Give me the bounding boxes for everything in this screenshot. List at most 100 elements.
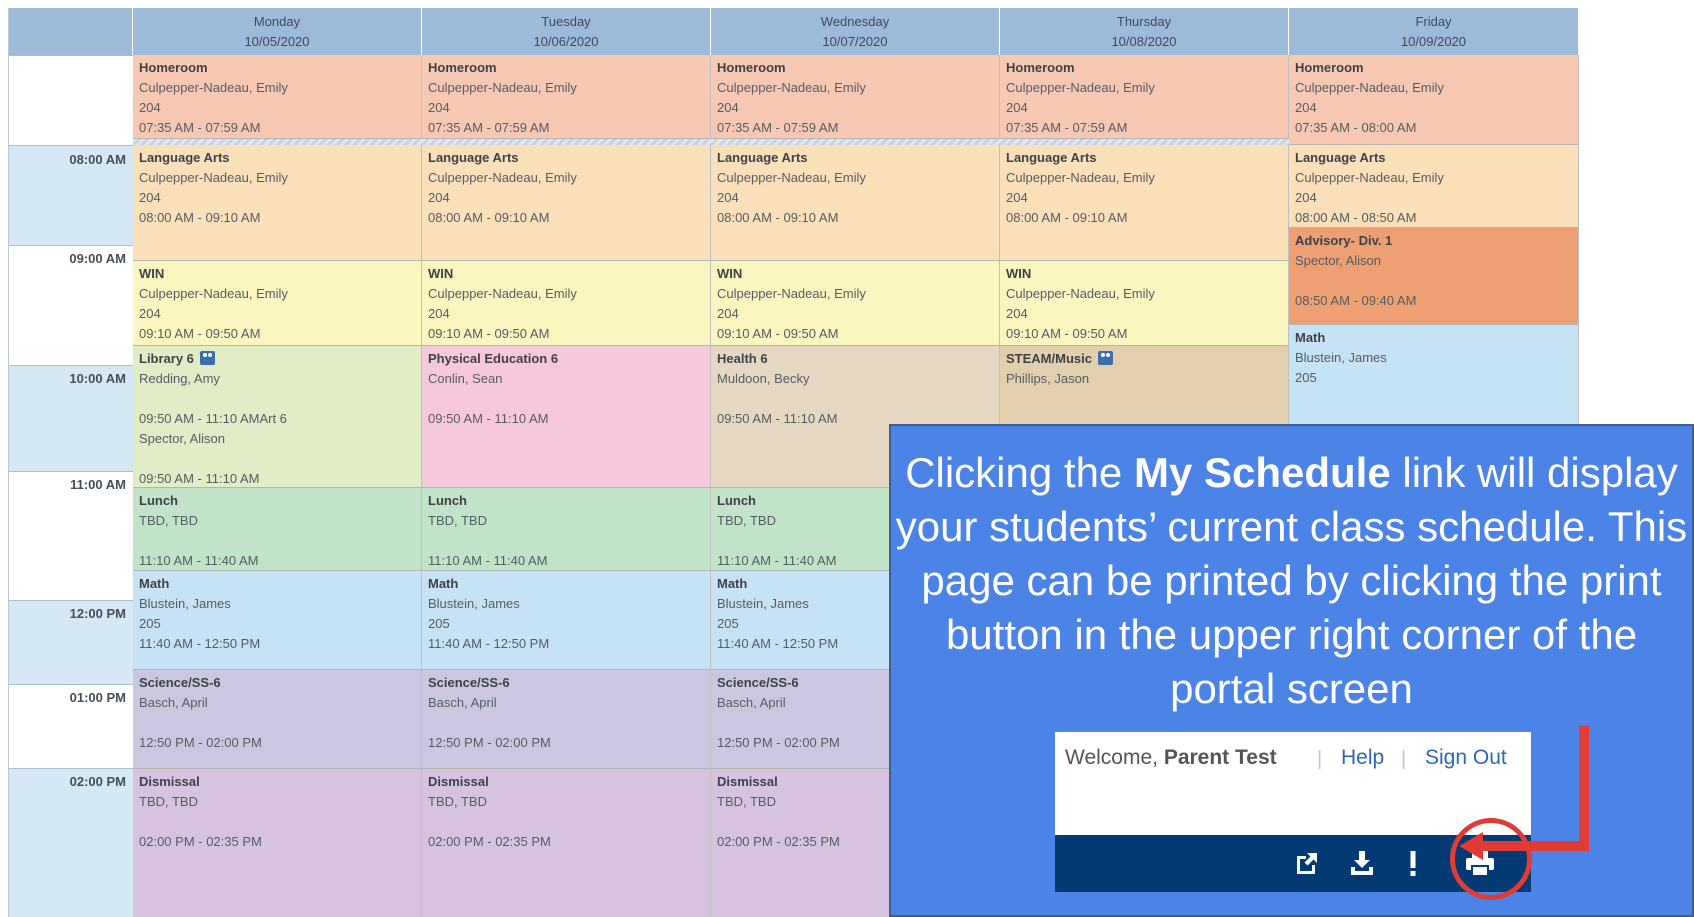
class-block-homeroom[interactable]: Homeroom Culpepper-Nadeau, Emily 204 07:… xyxy=(1289,55,1579,145)
class-teacher: Culpepper-Nadeau, Emily xyxy=(1006,286,1155,301)
day-header-friday: Friday 10/09/2020 xyxy=(1289,8,1579,55)
class-time: 07:35 AM - 07:59 AM xyxy=(1006,120,1128,135)
class-time: 07:35 AM - 07:59 AM xyxy=(139,120,261,135)
class-room: 204 xyxy=(428,306,450,321)
class-block-dismissal[interactable]: Dismissal TBD, TBD 02:00 PM - 02:35 PM xyxy=(133,769,422,917)
class-block-homeroom[interactable]: Homeroom Culpepper-Nadeau, Emily 204 07:… xyxy=(1000,55,1289,139)
pointer-arrow xyxy=(1481,841,1589,851)
class-teacher: Culpepper-Nadeau, Emily xyxy=(1295,170,1444,185)
class-block-lunch[interactable]: Lunch TBD, TBD 11:10 AM - 11:40 AM xyxy=(422,488,711,571)
class-room: 204 xyxy=(428,190,450,205)
class-title: Homeroom xyxy=(139,60,208,75)
class-time: 12:50 PM - 02:00 PM xyxy=(139,735,262,750)
class-block-science[interactable]: Science/SS-6 Basch, April 12:50 PM - 02:… xyxy=(133,670,422,769)
welcome-text: Welcome, Parent Test xyxy=(1065,746,1277,770)
class-title: Homeroom xyxy=(1006,60,1075,75)
sign-out-link[interactable]: Sign Out xyxy=(1425,746,1507,770)
day-date: 10/09/2020 xyxy=(1400,34,1467,49)
portal-user-bar: Welcome, Parent Test | Help | Sign Out xyxy=(1055,732,1531,835)
class-block-physical-education[interactable]: Physical Education 6 Conlin, Sean 09:50 … xyxy=(422,346,711,488)
class-teacher: Spector, Alison xyxy=(1295,253,1381,268)
group-icon xyxy=(199,351,215,365)
class-block-homeroom[interactable]: Homeroom Culpepper-Nadeau, Emily 204 07:… xyxy=(422,55,711,139)
class-time: 08:50 AM - 09:40 AM xyxy=(1295,293,1417,308)
class-time: 07:35 AM - 07:59 AM xyxy=(428,120,550,135)
class-block-win[interactable]: WIN Culpepper-Nadeau, Emily 204 09:10 AM… xyxy=(711,261,1000,346)
class-block-language-arts[interactable]: Language Arts Culpepper-Nadeau, Emily 20… xyxy=(1289,145,1579,228)
class-teacher: Basch, April xyxy=(428,695,497,710)
class-time: 08:00 AM - 09:10 AM xyxy=(717,210,839,225)
day-date: 10/07/2020 xyxy=(822,34,888,49)
separator: | xyxy=(1401,748,1407,770)
class-teacher: Culpepper-Nadeau, Emily xyxy=(1006,170,1155,185)
class-title: WIN xyxy=(139,266,165,281)
class-teacher: TBD, TBD xyxy=(428,513,487,528)
callout-text-bold: My Schedule xyxy=(1133,449,1391,496)
class-block-win[interactable]: WIN Culpepper-Nadeau, Emily 204 09:10 AM… xyxy=(422,261,711,346)
class-room: 204 xyxy=(428,100,450,115)
class-teacher: Culpepper-Nadeau, Emily xyxy=(428,80,577,95)
class-teacher: Culpepper-Nadeau, Emily xyxy=(428,170,577,185)
class-teacher: Blustein, James xyxy=(1295,350,1387,365)
class-title: Language Arts xyxy=(1006,150,1097,165)
class-teacher: TBD, TBD xyxy=(139,794,198,809)
class-room: 204 xyxy=(139,306,161,321)
class-block-math[interactable]: Math Blustein, James 205 11:40 AM - 12:5… xyxy=(422,571,711,670)
class-title: Dismissal xyxy=(717,774,778,789)
class-title: WIN xyxy=(1006,266,1032,281)
class-block-library[interactable]: Library 6 Redding, Amy 09:50 AM - 11:10 … xyxy=(133,346,422,488)
class-room: 205 xyxy=(428,616,450,631)
class-room: 204 xyxy=(1006,306,1028,321)
external-link-icon[interactable] xyxy=(1291,847,1321,879)
class-block-win[interactable]: WIN Culpepper-Nadeau, Emily 204 09:10 AM… xyxy=(1000,261,1289,346)
class-teacher: Conlin, Sean xyxy=(428,371,503,386)
day-name: Wednesday xyxy=(820,14,890,29)
day-header-thursday: Thursday 10/08/2020 xyxy=(1000,8,1289,55)
class-block-homeroom[interactable]: Homeroom Culpepper-Nadeau, Emily 204 07:… xyxy=(711,55,1000,139)
class-title: Language Arts xyxy=(1295,150,1386,165)
class-teacher: Culpepper-Nadeau, Emily xyxy=(428,286,577,301)
class-room: 204 xyxy=(139,100,161,115)
class-block-math[interactable]: Math Blustein, James 205 11:40 AM - 12:5… xyxy=(133,571,422,670)
time-label: 10:00 AM xyxy=(69,371,126,386)
class-block-science[interactable]: Science/SS-6 Basch, April 12:50 PM - 02:… xyxy=(422,670,711,769)
help-link[interactable]: Help xyxy=(1341,746,1384,770)
class-block-language-arts[interactable]: Language Arts Culpepper-Nadeau, Emily 20… xyxy=(133,145,422,261)
class-time: 07:35 AM - 07:59 AM xyxy=(717,120,839,135)
class-teacher: Basch, April xyxy=(139,695,208,710)
class-teacher: Redding, Amy xyxy=(139,371,220,386)
class-title: Language Arts xyxy=(139,150,230,165)
day-name: Monday xyxy=(253,14,301,29)
callout-text-before: Clicking the xyxy=(905,449,1134,496)
instruction-callout: Clicking the My Schedule link will displ… xyxy=(889,424,1694,917)
day-header-tuesday: Tuesday 10/06/2020 xyxy=(422,8,711,55)
class-block-advisory[interactable]: Advisory- Div. 1 Spector, Alison 08:50 A… xyxy=(1289,228,1579,325)
callout-text: Clicking the My Schedule link will displ… xyxy=(891,446,1692,716)
class-title: Health 6 xyxy=(717,351,768,366)
class-title: STEAM/Music xyxy=(1006,351,1092,366)
class-time-2: 09:50 AM - 11:10 AM xyxy=(139,471,260,486)
class-title: Math xyxy=(428,576,459,591)
class-teacher: TBD, TBD xyxy=(428,794,487,809)
class-time: 08:00 AM - 09:10 AM xyxy=(139,210,261,225)
time-band: 11:00 AM xyxy=(9,471,133,600)
class-time: 07:35 AM - 08:00 AM xyxy=(1295,120,1417,135)
day-date: 10/06/2020 xyxy=(533,34,599,49)
day-header-wednesday: Wednesday 10/07/2020 xyxy=(711,8,1000,55)
class-time: 02:00 PM - 02:35 PM xyxy=(139,834,262,849)
class-block-win[interactable]: WIN Culpepper-Nadeau, Emily 204 09:10 AM… xyxy=(133,261,422,346)
alert-icon[interactable] xyxy=(1398,847,1428,879)
class-block-homeroom[interactable]: Homeroom Culpepper-Nadeau, Emily 204 07:… xyxy=(133,55,422,139)
class-time: 09:50 AM - 11:10 AM xyxy=(428,411,549,426)
class-time: 02:00 PM - 02:35 PM xyxy=(428,834,551,849)
class-block-language-arts[interactable]: Language Arts Culpepper-Nadeau, Emily 20… xyxy=(422,145,711,261)
day-name: Friday xyxy=(1415,14,1452,29)
class-title: Physical Education 6 xyxy=(428,351,559,366)
download-icon[interactable] xyxy=(1347,847,1377,879)
class-block-language-arts[interactable]: Language Arts Culpepper-Nadeau, Emily 20… xyxy=(1000,145,1289,261)
class-room: 204 xyxy=(717,100,739,115)
class-title: Library 6 xyxy=(139,351,194,366)
class-block-language-arts[interactable]: Language Arts Culpepper-Nadeau, Emily 20… xyxy=(711,145,1000,261)
class-block-lunch[interactable]: Lunch TBD, TBD 11:10 AM - 11:40 AM xyxy=(133,488,422,571)
class-block-dismissal[interactable]: Dismissal TBD, TBD 02:00 PM - 02:35 PM xyxy=(422,769,711,917)
